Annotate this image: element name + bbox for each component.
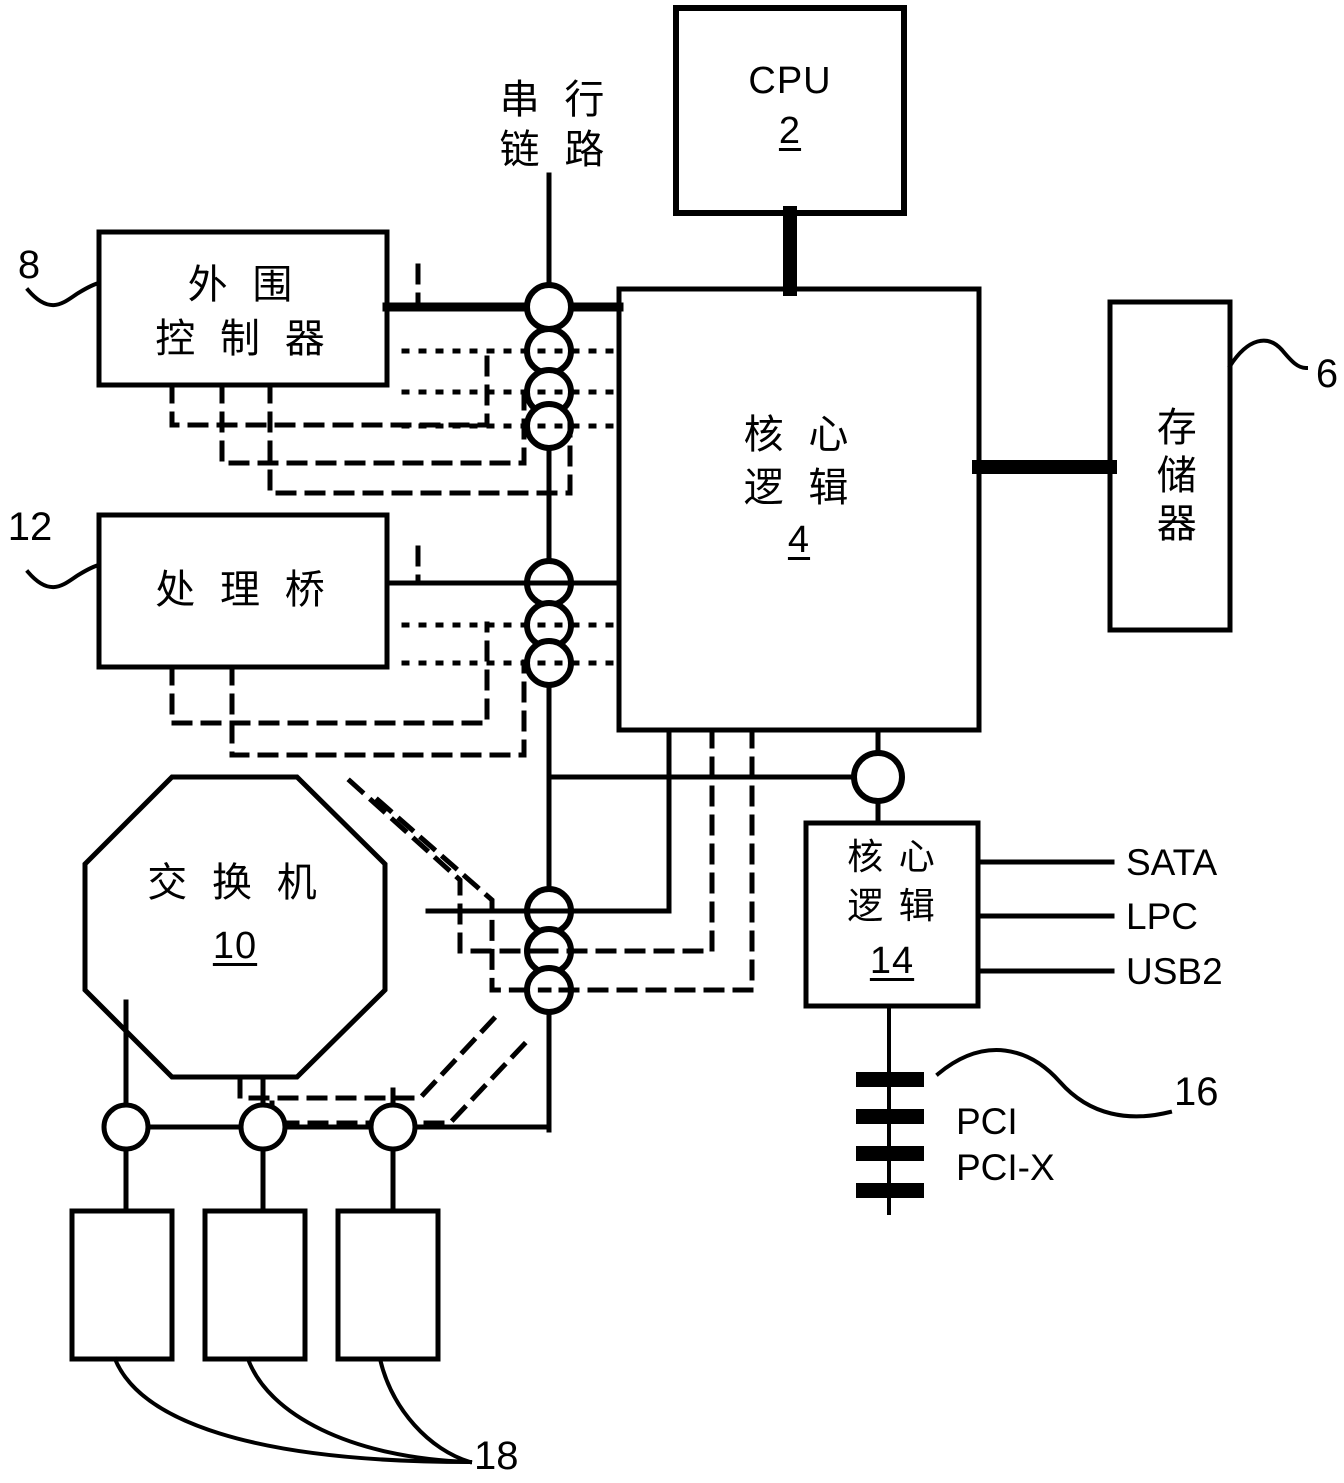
figure-canvas: 串 行 链 路 CPU 2 外 围 控 制 器 8 核 心 逻 辑 4 存储器 …: [0, 0, 1344, 1483]
device-node-3: [368, 1102, 418, 1152]
cpu-title: CPU: [748, 60, 832, 102]
leader-ref-6: [1227, 338, 1309, 371]
pci-slot-2: [856, 1109, 924, 1124]
device-node-1: [101, 1102, 151, 1152]
pci-label-line1: PCI: [956, 1101, 1018, 1142]
peripheral-controller-line2: 控 制 器: [155, 316, 331, 362]
dashed-vert-1: [546, 727, 715, 954]
connector-node-m3: [524, 638, 574, 688]
io-label-sata: SATA: [1126, 842, 1218, 883]
core-logic-4-line1: 核 心: [743, 412, 855, 458]
core-logic-4-ref: 4: [787, 519, 811, 561]
leader-ref-12: [25, 562, 102, 589]
core-logic-14-ref: 14: [869, 940, 915, 982]
peripheral-controller-line1: 外 围: [187, 262, 299, 308]
memory-title: 存储器: [1149, 406, 1196, 550]
pci-slot-4: [856, 1183, 924, 1198]
switch-title: 交 换 机: [147, 860, 323, 906]
core-logic-4-line2: 逻 辑: [743, 465, 855, 511]
diagram-lines: [25, 5, 1309, 1465]
ref-6: 6: [1315, 352, 1339, 396]
device-box-3: [335, 1208, 441, 1362]
peripheral-controller-box: [96, 229, 390, 388]
device-node-2: [238, 1102, 288, 1152]
core-logic-14-line2: 逻 辑: [847, 886, 937, 927]
ref-12: 12: [7, 505, 53, 549]
core4-to-node-b1: [546, 727, 672, 914]
core-logic-14-line1: 核 心: [847, 837, 937, 878]
io-label-lpc: LPC: [1126, 896, 1198, 937]
io-label-usb2: USB2: [1126, 951, 1223, 992]
pci-label-line2: PCI-X: [956, 1147, 1055, 1188]
pci-slot-3: [856, 1146, 924, 1161]
cpu-ref: 2: [778, 110, 802, 152]
serial-link-label-line2: 链 路: [499, 127, 611, 173]
device-box-1: [69, 1208, 175, 1362]
leader-ref-18-c: [377, 1356, 473, 1465]
connector-node-t2: [524, 326, 574, 376]
connector-node-t4: [524, 401, 574, 451]
device-box-2: [202, 1208, 308, 1362]
switch-ref: 10: [212, 925, 258, 967]
processing-bridge-title: 处 理 桥: [155, 567, 331, 613]
ref-16: 16: [1174, 1070, 1219, 1114]
dashed-route-b3: [229, 659, 527, 758]
ref-8: 8: [17, 243, 41, 287]
connector-node-south: [851, 750, 905, 804]
pci-slot-1: [856, 1072, 924, 1087]
ref-18: 18: [474, 1434, 519, 1478]
connector-node-t1: [524, 282, 574, 332]
serial-link-label-line1: 串 行: [499, 77, 611, 123]
